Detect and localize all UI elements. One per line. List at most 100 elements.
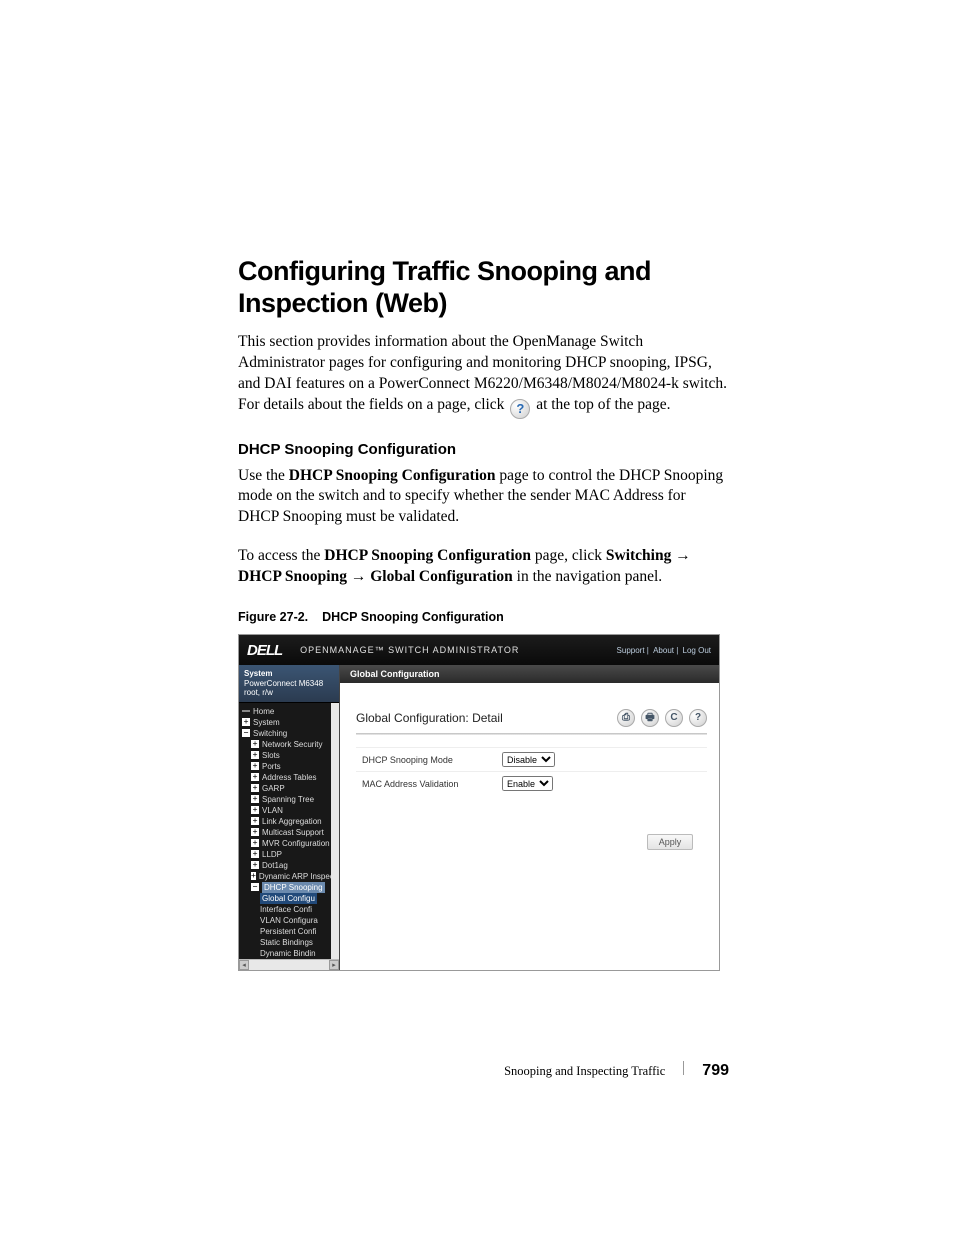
p3d: Switching <box>606 547 671 564</box>
footer-chapter: Snooping and Inspecting Traffic <box>504 1064 665 1079</box>
nav-item[interactable]: +MVR Configuration <box>251 838 331 849</box>
app-suite-name: OPENMANAGE™ SWITCH ADMINISTRATOR <box>300 645 519 655</box>
intro-paragraph: This section provides information about … <box>238 332 729 419</box>
p3a: To access the <box>238 547 324 564</box>
form-row-mac-validation: MAC Address Validation Enable <box>356 771 707 795</box>
link-about[interactable]: About <box>653 646 674 655</box>
nav-tree-wrap: ▴ ▾ Home +System −Switching +Network Sec… <box>239 703 339 959</box>
save-icon[interactable]: ⎙ <box>617 709 635 727</box>
nav-item[interactable]: +Dot1ag <box>251 860 331 871</box>
nav-item[interactable]: +VLAN <box>251 805 331 816</box>
scroll-down-icon[interactable]: ▾ <box>331 939 339 949</box>
main-panel: Global Configuration Global Configuratio… <box>340 665 719 970</box>
footer-separator <box>683 1061 684 1075</box>
dell-logo: DELL <box>247 642 282 659</box>
nav-switching[interactable]: −Switching <box>242 728 331 739</box>
nav-sub-item[interactable]: Dynamic Bindin <box>260 948 331 959</box>
link-support[interactable]: Support <box>617 646 645 655</box>
print-icon[interactable]: 🖶 <box>641 709 659 727</box>
content-area: Global Configuration: Detail ⎙ 🖶 C ? DHC… <box>340 683 719 970</box>
select-mac-validation[interactable]: Enable <box>502 776 553 791</box>
nav-item[interactable]: +Multicast Support <box>251 827 331 838</box>
nav-label: Link Aggregation <box>262 816 322 827</box>
apply-button[interactable]: Apply <box>647 834 693 850</box>
nav-label: Interface Confi <box>260 904 312 915</box>
top-links: Support | About | Log Out <box>615 646 711 655</box>
link-logout[interactable]: Log Out <box>683 646 711 655</box>
p3e: DHCP Snooping <box>238 568 347 585</box>
help-icon: ? <box>510 399 530 419</box>
p2a: Use the <box>238 467 289 484</box>
nav-label: Global Configu <box>260 893 317 904</box>
arrow2: → <box>347 568 370 585</box>
p3b: DHCP Snooping Configuration <box>324 547 531 564</box>
fig-title: DHCP Snooping Configuration <box>322 610 504 624</box>
nav-home[interactable]: Home <box>242 706 331 717</box>
p3g: in the navigation panel. <box>513 568 662 585</box>
divider <box>356 733 707 735</box>
form-row-snooping-mode: DHCP Snooping Mode Disable <box>356 747 707 771</box>
hscroll[interactable]: ◂▸ <box>239 959 339 970</box>
sub-heading: DHCP Snooping Configuration <box>238 441 729 458</box>
nav-label: LLDP <box>262 849 282 860</box>
paragraph-use: Use the DHCP Snooping Configuration page… <box>238 466 729 529</box>
nav-system[interactable]: +System <box>242 717 331 728</box>
nav-item[interactable]: +Spanning Tree <box>251 794 331 805</box>
nav-item[interactable]: +GARP <box>251 783 331 794</box>
nav-sub-item[interactable]: Static Bindings <box>260 937 331 948</box>
nav-label: VLAN Configura <box>260 915 318 926</box>
p3c: page, click <box>531 547 606 564</box>
sidebar-header: System PowerConnect M6348 root, r/w <box>239 665 339 703</box>
nav-label: Dynamic ARP Inspec <box>259 871 334 882</box>
nav-label: Persistent Confi <box>260 926 316 937</box>
nav-sub-item[interactable]: VLAN Configura <box>260 915 331 926</box>
nav-label: Network Security <box>262 739 322 750</box>
intro-text-2: at the top of the page. <box>536 396 670 413</box>
nav-sub-item[interactable]: Persistent Confi <box>260 926 331 937</box>
page-footer: Snooping and Inspecting Traffic 799 <box>504 1061 729 1080</box>
nav-label: Multicast Support <box>262 827 324 838</box>
nav-item[interactable]: +Link Aggregation <box>251 816 331 827</box>
nav-sub-item[interactable]: Interface Confi <box>260 904 331 915</box>
label-snooping-mode: DHCP Snooping Mode <box>362 755 502 765</box>
nav-label: Address Tables <box>262 772 317 783</box>
breadcrumb: Global Configuration <box>340 665 719 683</box>
nav-item[interactable]: +Address Tables <box>251 772 331 783</box>
nav-item[interactable]: +LLDP <box>251 849 331 860</box>
nav-label: Dynamic Bindin <box>260 948 316 959</box>
sidebar-model: PowerConnect M6348 <box>244 679 334 689</box>
nav-sub-global-config[interactable]: Global Configu <box>260 893 331 904</box>
dhcp-snooping-screenshot: DELL OPENMANAGE™ SWITCH ADMINISTRATOR Su… <box>238 634 720 971</box>
nav-label: Dot1ag <box>262 860 288 871</box>
nav-label: DHCP Snooping <box>262 882 325 893</box>
nav-label: MVR Configuration <box>262 838 330 849</box>
nav-dhcp-snooping[interactable]: −DHCP Snooping <box>251 882 331 893</box>
section-heading: Configuring Traffic Snooping and Inspect… <box>238 255 729 320</box>
detail-title: Global Configuration: Detail <box>356 711 503 725</box>
nav-item[interactable]: +Ports <box>251 761 331 772</box>
nav-item[interactable]: +Network Security <box>251 739 331 750</box>
scroll-up-icon[interactable]: ▴ <box>331 703 339 713</box>
page-number: 799 <box>702 1062 729 1080</box>
sidebar-user: root, r/w <box>244 688 334 698</box>
refresh-icon[interactable]: C <box>665 709 683 727</box>
nav-label: Ports <box>262 761 281 772</box>
toolbar-icons: ⎙ 🖶 C ? <box>617 709 707 727</box>
sidebar: System PowerConnect M6348 root, r/w ▴ ▾ … <box>239 665 340 970</box>
help-icon[interactable]: ? <box>689 709 707 727</box>
figure-caption: Figure 27-2. DHCP Snooping Configuration <box>238 610 729 624</box>
nav-label: GARP <box>262 783 285 794</box>
nav-home-label: Home <box>253 706 274 717</box>
nav-label: Static Bindings <box>260 937 313 948</box>
paragraph-nav: To access the DHCP Snooping Configuratio… <box>238 546 729 588</box>
select-snooping-mode[interactable]: Disable <box>502 752 555 767</box>
nav-switching-label: Switching <box>253 728 287 739</box>
nav-label: Spanning Tree <box>262 794 314 805</box>
nav-item[interactable]: +Dynamic ARP Inspec <box>251 871 331 882</box>
p2b: DHCP Snooping Configuration <box>289 467 496 484</box>
nav-system-label: System <box>253 717 280 728</box>
arrow1: → <box>671 547 690 564</box>
nav-label: Slots <box>262 750 280 761</box>
sidebar-system: System <box>244 669 334 679</box>
nav-item[interactable]: +Slots <box>251 750 331 761</box>
